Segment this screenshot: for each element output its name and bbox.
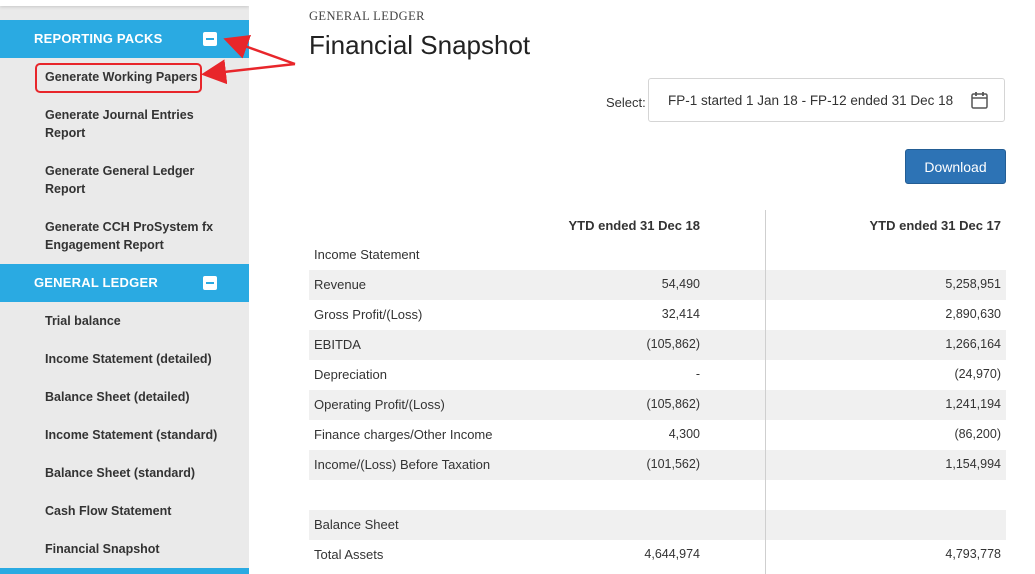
main-content: GENERAL LEDGER Financial Snapshot Select…: [249, 0, 1035, 574]
sidebar-item-generate-general-ledger-report[interactable]: Generate General Ledger Report: [45, 162, 225, 198]
row-label: Total Assets: [314, 547, 384, 562]
period-select-value: FP-1 started 1 Jan 18 - FP-12 ended 31 D…: [668, 93, 954, 108]
period-select-label: Select:: [606, 95, 646, 110]
row-value-ytd-2018: 4,300: [668, 427, 700, 441]
row-value-ytd-2018: 4,644,974: [644, 547, 700, 561]
sidebar-item-balance-sheet-detailed[interactable]: Balance Sheet (detailed): [45, 388, 225, 406]
sidebar-item-generate-working-papers[interactable]: Generate Working Papers: [45, 68, 225, 86]
sidebar-item-income-statement-standard[interactable]: Income Statement (standard): [45, 426, 225, 444]
table-row: Operating Profit/(Loss) (105,862) 1,241,19…: [309, 390, 1006, 420]
sidebar-item-trial-balance[interactable]: Trial balance: [45, 312, 225, 330]
row-label: Finance charges/Other Income: [314, 427, 493, 442]
row-label: Gross Profit/(Loss): [314, 307, 423, 322]
row-label: Balance Sheet: [314, 517, 399, 532]
row-value-ytd-2017: 1,154,994: [945, 457, 1001, 471]
section-header-general-ledger[interactable]: GENERAL LEDGER: [0, 264, 249, 302]
column-divider: [765, 210, 766, 574]
table-row: Depreciation - (24,970): [309, 360, 1006, 390]
row-value-ytd-2018: (105,862): [646, 337, 700, 351]
sidebar-item-financial-snapshot[interactable]: Financial Snapshot: [45, 540, 225, 558]
period-select[interactable]: FP-1 started 1 Jan 18 - FP-12 ended 31 D…: [648, 78, 1005, 122]
row-value-ytd-2017: 2,890,630: [945, 307, 1001, 321]
sidebar-item-generate-journal-entries-report[interactable]: Generate Journal Entries Report: [45, 106, 225, 142]
row-value-ytd-2017: 5,258,951: [945, 277, 1001, 291]
collapse-icon[interactable]: [203, 32, 217, 46]
section-title: REPORTING PACKS: [34, 31, 163, 46]
calendar-icon[interactable]: [971, 91, 988, 114]
section-header-reporting-packs[interactable]: REPORTING PACKS: [0, 20, 249, 58]
row-label: Income Statement: [314, 247, 420, 262]
row-value-ytd-2017: 4,793,778: [945, 547, 1001, 561]
section-title: GENERAL LEDGER: [34, 275, 158, 290]
table-row: Total Assets 4,644,974 4,793,778: [309, 540, 1006, 570]
collapse-icon[interactable]: [203, 276, 217, 290]
row-value-ytd-2017: (24,970): [954, 367, 1001, 381]
sidebar-item-cash-flow-statement[interactable]: Cash Flow Statement: [45, 502, 225, 520]
table-header-row: YTD ended 31 Dec 18 YTD ended 31 Dec 17: [309, 210, 1006, 240]
row-label: Revenue: [314, 277, 367, 292]
page-title: Financial Snapshot: [309, 30, 531, 60]
row-label: Operating Profit/(Loss): [314, 397, 445, 412]
table-row: Balance Sheet: [309, 510, 1006, 540]
sidebar-top-card: [0, 0, 249, 6]
row-label: Depreciation: [314, 367, 387, 382]
table-row: [309, 480, 1006, 510]
page-eyebrow: GENERAL LEDGER: [309, 9, 425, 23]
column-header-ytd-2017: YTD ended 31 Dec 17: [869, 218, 1002, 233]
table-row: Gross Profit/(Loss) 32,414 2,890,630: [309, 300, 1006, 330]
row-value-ytd-2018: (101,562): [646, 457, 700, 471]
row-value-ytd-2018: (105,862): [646, 397, 700, 411]
column-header-ytd-2018: YTD ended 31 Dec 18: [568, 218, 701, 233]
section-header-next: [0, 568, 249, 574]
row-label: EBITDA: [314, 337, 361, 352]
table-row: Income Statement: [309, 240, 1006, 270]
row-value-ytd-2018: 32,414: [661, 307, 700, 321]
row-value-ytd-2017: 1,241,194: [945, 397, 1001, 411]
table-row: Finance charges/Other Income 4,300 (86,200…: [309, 420, 1006, 450]
row-value-ytd-2017: (86,200): [954, 427, 1001, 441]
table-row: Revenue 54,490 5,258,951: [309, 270, 1006, 300]
download-button[interactable]: Download: [905, 149, 1006, 184]
row-value-ytd-2018: -: [695, 367, 700, 381]
row-value-ytd-2018: 54,490: [661, 277, 700, 291]
sidebar-item-generate-cch-engagement-report[interactable]: Generate CCH ProSystem fx Engagement Rep…: [45, 218, 225, 254]
row-value-ytd-2017: 1,266,164: [945, 337, 1001, 351]
table-row: EBITDA (105,862) 1,266,164: [309, 330, 1006, 360]
table-row: Income/(Loss) Before Taxation (101,562) 1,…: [309, 450, 1006, 480]
sidebar-item-income-statement-detailed[interactable]: Income Statement (detailed): [45, 350, 225, 368]
sidebar-item-balance-sheet-standard[interactable]: Balance Sheet (standard): [45, 464, 225, 482]
sidebar: REPORTING PACKS Generate Working Papers …: [0, 0, 249, 574]
row-label: Income/(Loss) Before Taxation: [314, 457, 491, 472]
